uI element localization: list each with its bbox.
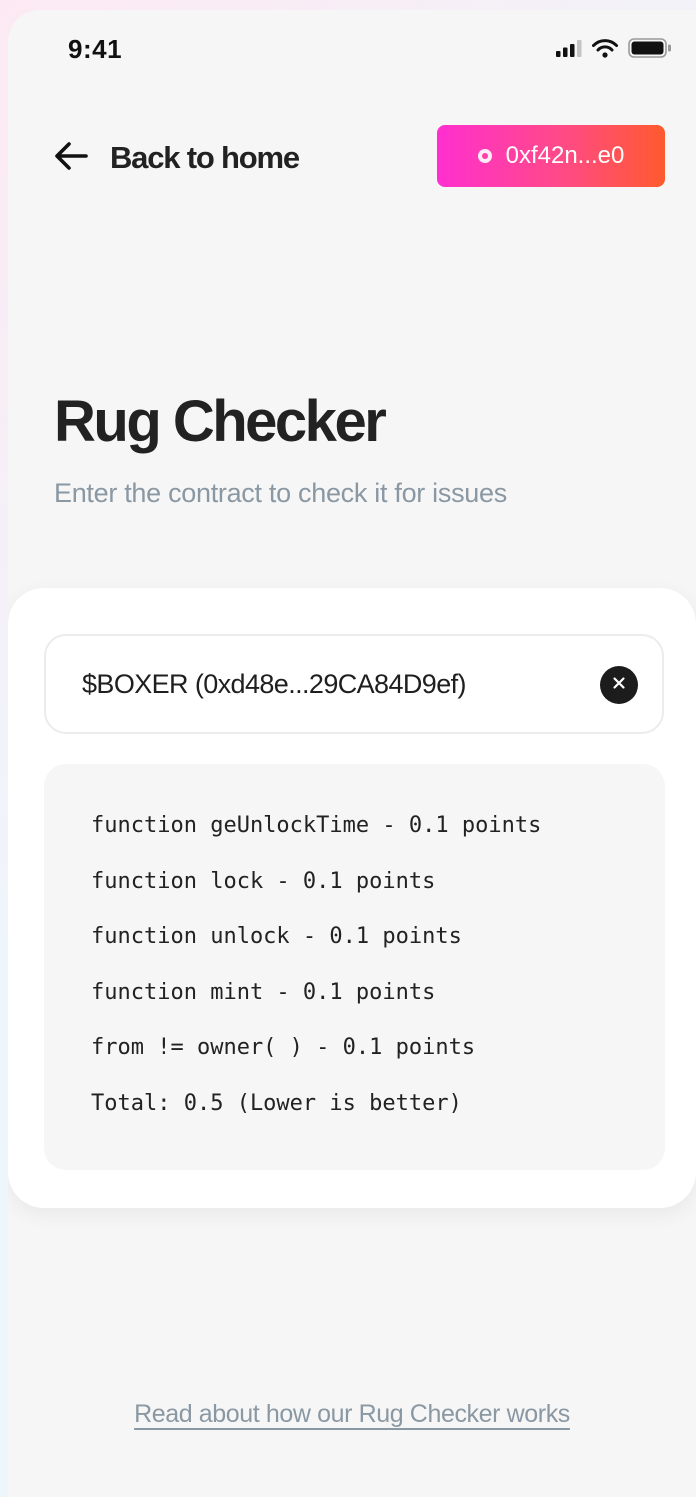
result-line: function lock - 0.1 points (91, 868, 436, 894)
read-about-link[interactable]: Read about how our Rug Checker works (134, 1400, 570, 1428)
footer-link-container: Read about how our Rug Checker works (8, 1400, 696, 1429)
signal-icon (556, 39, 582, 62)
result-line: function unlock - 0.1 points (91, 924, 462, 950)
status-icons (556, 38, 672, 63)
clear-input-button[interactable] (600, 666, 638, 704)
page-title: Rug Checker (54, 389, 387, 454)
battery-icon (628, 38, 672, 63)
page-subtitle: Enter the contract to check it for issue… (54, 478, 507, 508)
status-time: 9:41 (68, 34, 123, 64)
back-to-home-link[interactable]: Back to home (54, 136, 300, 180)
wallet-address-button[interactable]: 0xf42n...e0 (437, 125, 665, 187)
arrow-left-icon (54, 141, 88, 175)
contract-input[interactable]: $BOXER (0xd48e...29CA84D9ef) (44, 634, 664, 734)
result-line: function geUnlockTime - 0.1 points (91, 813, 542, 838)
back-to-home-label: Back to home (110, 140, 300, 175)
result-total: Total: 0.5 (Lower is better) (91, 1090, 462, 1116)
result-line: from != owner( ) - 0.1 points (91, 1035, 476, 1061)
result-line: function mint - 0.1 points (91, 979, 436, 1005)
contract-input-value: $BOXER (0xd48e...29CA84D9ef) (82, 668, 467, 699)
wallet-status-icon (477, 149, 492, 163)
close-icon (612, 676, 626, 695)
wallet-address-label: 0xf42n...e0 (505, 142, 625, 169)
wifi-icon (592, 38, 618, 63)
rug-checker-card: $BOXER (0xd48e...29CA84D9ef) function ge… (8, 588, 696, 1208)
results-panel: function geUnlockTime - 0.1 points funct… (44, 764, 665, 1170)
phone-screen: 9:41 Back to home 0xf42n...e0 Rug Checke… (8, 10, 696, 1497)
